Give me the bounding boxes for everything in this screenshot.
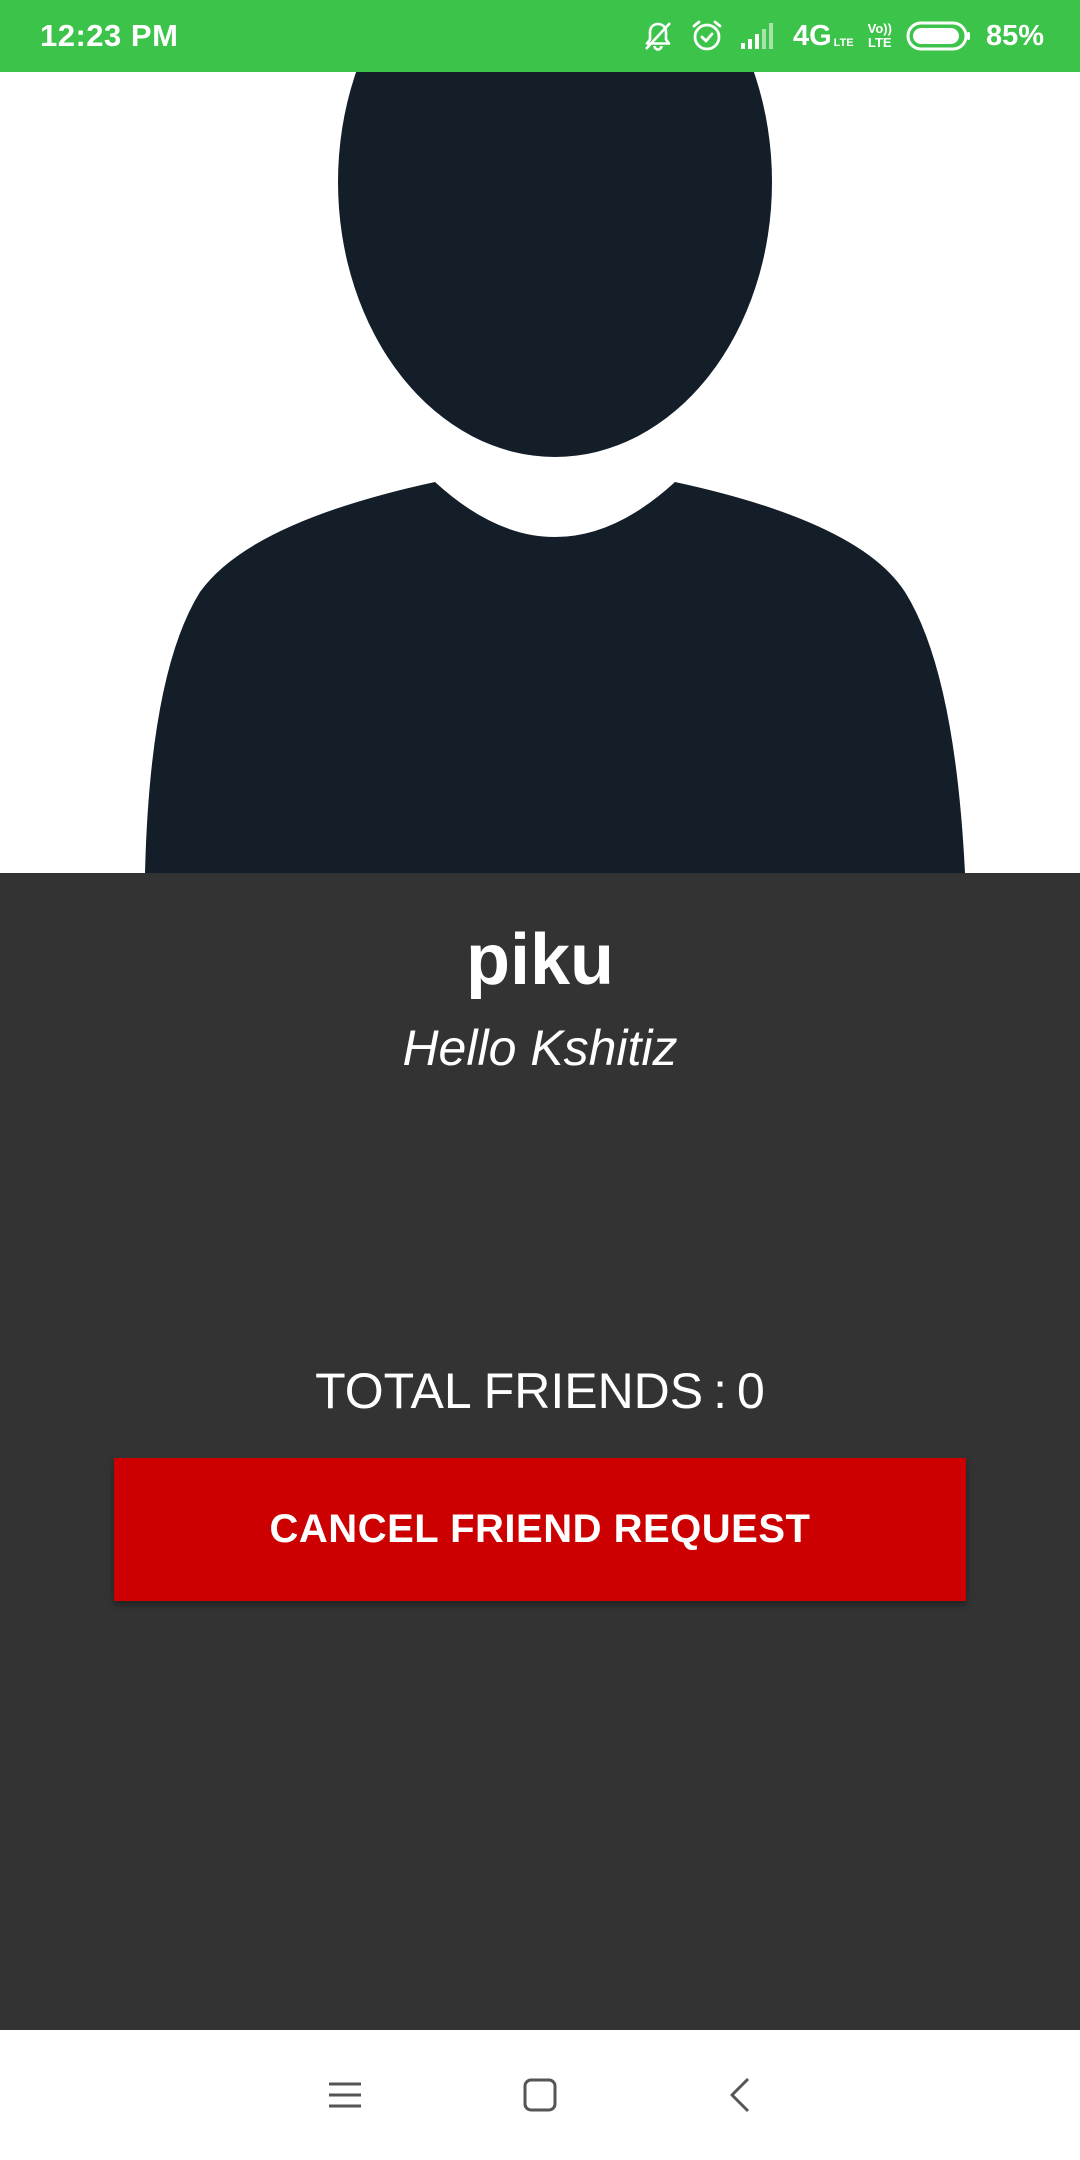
navigation-bar [0, 2030, 1080, 2160]
alarm-icon [689, 18, 725, 54]
home-button[interactable] [480, 2030, 600, 2160]
volte-bottom: LTE [868, 35, 892, 50]
home-square-icon [523, 2078, 557, 2112]
profile-image [0, 72, 1080, 873]
default-avatar-silhouette-icon [145, 72, 965, 873]
profile-status-message: Hello Kshitiz [402, 1020, 678, 1076]
volte-icon: Vo)) LTE [868, 22, 892, 50]
status-time: 12:23 PM [40, 18, 179, 53]
cancel-friend-request-label: CANCEL FRIEND REQUEST [269, 1507, 811, 1551]
total-friends: TOTAL FRIENDS:0 [0, 1358, 1080, 1424]
back-button[interactable] [680, 2030, 800, 2160]
total-friends-count: 0 [737, 1363, 765, 1419]
network-label: 4G [792, 19, 832, 52]
menu-button[interactable] [285, 2030, 405, 2160]
status-icons: 4G LTE Vo)) LTE 85% [641, 18, 1044, 54]
cancel-friend-request-button[interactable]: CANCEL FRIEND REQUEST [114, 1458, 966, 1601]
signal-icon [739, 21, 779, 51]
volte-top: Vo)) [867, 21, 892, 36]
status-bar: 12:23 PM 4G LTE Vo)) LTE 85% [0, 0, 1080, 72]
profile-name: piku [465, 920, 614, 1000]
total-friends-separator: : [713, 1363, 728, 1419]
battery-icon [906, 20, 972, 52]
battery-percentage: 85% [985, 19, 1044, 52]
total-friends-label: TOTAL FRIENDS [315, 1363, 704, 1419]
network-sub-label: LTE [833, 36, 854, 49]
menu-icon [329, 2082, 361, 2108]
network-type: 4G LTE [793, 20, 854, 53]
mute-bell-icon [641, 19, 675, 53]
back-chevron-icon [730, 2077, 750, 2113]
